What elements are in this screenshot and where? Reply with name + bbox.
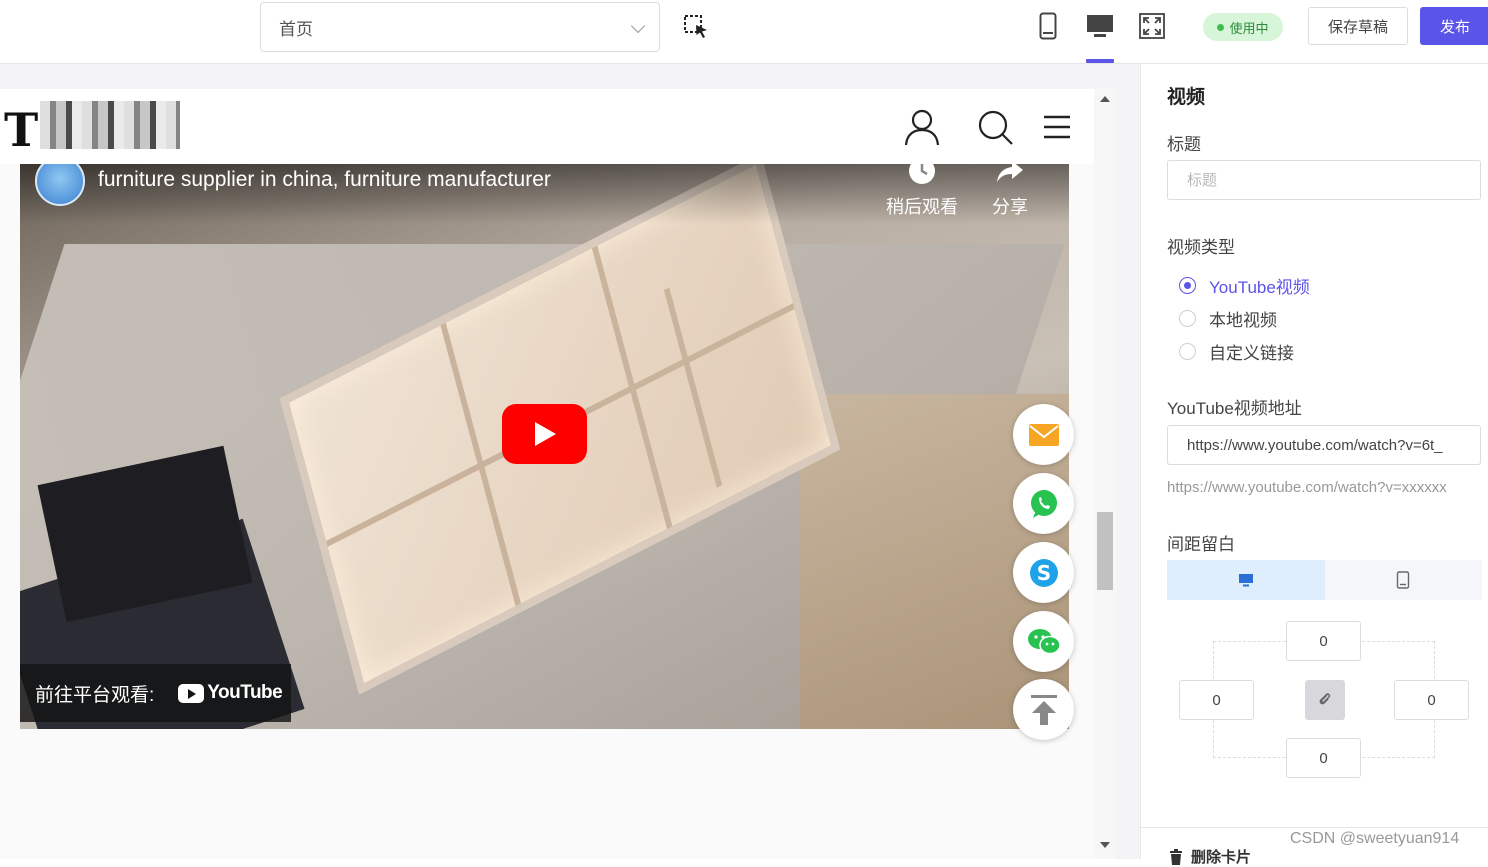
active-device-indicator [1086, 59, 1114, 63]
watch-on-label: 前往平台观看: [35, 684, 155, 706]
mobile-icon [1397, 571, 1410, 589]
skype-button[interactable]: S [1013, 542, 1074, 603]
spacing-desktop-tab[interactable] [1167, 560, 1325, 600]
spacing-label: 间距留白 [1167, 535, 1235, 554]
watch-on-youtube[interactable]: 前往平台观看: YouTube [20, 664, 291, 722]
youtube-play-icon [178, 683, 205, 703]
top-toolbar: 首页 使用中 保存草稿 发布 [0, 0, 1488, 64]
spacing-link-button[interactable] [1305, 680, 1345, 720]
page-preview: T furniture supplier in china, furniture… [0, 89, 1094, 859]
publish-button[interactable]: 发布 [1420, 7, 1488, 45]
radio-icon [1179, 343, 1196, 360]
watch-later-label: 稍后观看 [886, 197, 958, 217]
title-field-label: 标题 [1167, 135, 1201, 154]
spacing-bottom-input[interactable]: 0 [1286, 738, 1361, 778]
scroll-thumb[interactable] [1097, 512, 1113, 590]
scroll-up-arrow-icon[interactable] [1100, 96, 1110, 102]
status-dot-icon [1217, 23, 1225, 31]
delete-card-label: 删除卡片 [1191, 849, 1252, 866]
email-icon [1028, 423, 1059, 446]
youtube-logo: YouTube [178, 682, 283, 704]
desktop-icon [1087, 15, 1113, 37]
watch-later-button[interactable]: 稍后观看 [886, 164, 958, 219]
video-type-local[interactable]: 本地视频 [1179, 306, 1277, 331]
desktop-view-button[interactable] [1085, 10, 1115, 42]
spacing-right-input[interactable]: 0 [1394, 680, 1469, 720]
youtube-logo-text: YouTube [207, 682, 283, 703]
delete-card-button[interactable]: 删除卡片 [1169, 846, 1251, 867]
panel-title: 视频 [1167, 87, 1206, 108]
video-type-label: 视频类型 [1167, 238, 1235, 257]
video-title[interactable]: furniture supplier in china, furniture m… [98, 168, 551, 192]
radio-checked-icon [1179, 277, 1196, 294]
play-button[interactable] [502, 404, 587, 464]
mobile-view-button[interactable] [1033, 10, 1063, 42]
share-label: 分享 [992, 197, 1028, 217]
wechat-button[interactable] [1013, 611, 1074, 672]
video-type-local-label: 本地视频 [1209, 311, 1277, 330]
whatsapp-icon [1030, 489, 1057, 518]
spacing-mobile-tab[interactable] [1324, 560, 1482, 600]
svg-text:S: S [1036, 561, 1050, 585]
link-icon [1319, 693, 1331, 705]
element-select-icon[interactable] [683, 14, 709, 40]
back-to-top-icon [1030, 694, 1057, 725]
back-to-top-button[interactable] [1013, 679, 1074, 740]
url-field-label: YouTube视频地址 [1167, 399, 1302, 418]
wechat-icon [1027, 628, 1061, 654]
user-icon[interactable] [902, 107, 942, 147]
title-field[interactable] [1167, 160, 1481, 200]
share-icon [997, 164, 1023, 182]
video-type-custom-label: 自定义链接 [1209, 344, 1294, 363]
editor-canvas: T furniture supplier in china, furniture… [0, 64, 1140, 859]
spacing-left-input[interactable]: 0 [1179, 680, 1254, 720]
chevron-down-icon [630, 18, 646, 34]
share-button[interactable]: 分享 [992, 164, 1028, 219]
clock-icon [909, 164, 935, 184]
skype-icon: S [1029, 558, 1058, 587]
trash-icon [1170, 848, 1182, 865]
logo-mosaic [40, 101, 180, 149]
watermark: CSDN @sweetyuan914 [1290, 830, 1460, 847]
video-player[interactable]: furniture supplier in china, furniture m… [20, 164, 1069, 729]
video-type-youtube[interactable]: YouTube视频 [1179, 273, 1310, 298]
status-badge: 使用中 [1203, 13, 1283, 41]
fullscreen-icon [1139, 13, 1165, 39]
fullscreen-button[interactable] [1137, 10, 1167, 42]
spacing-device-toggle [1167, 560, 1482, 600]
whatsapp-button[interactable] [1013, 473, 1074, 534]
menu-icon[interactable] [1038, 107, 1078, 147]
play-icon [534, 422, 556, 446]
page-select-value: 首页 [279, 19, 313, 39]
youtube-url-field[interactable]: https://www.youtube.com/watch?v=6t_ [1167, 425, 1481, 465]
site-logo[interactable]: T [4, 103, 38, 157]
page-select[interactable]: 首页 [260, 2, 660, 52]
mobile-icon [1039, 12, 1057, 40]
url-hint: https://www.youtube.com/watch?v=xxxxxx [1167, 479, 1447, 496]
search-icon[interactable] [975, 107, 1015, 147]
site-header: T [0, 89, 1094, 164]
scroll-down-arrow-icon[interactable] [1100, 842, 1110, 848]
spacing-top-input[interactable]: 0 [1286, 621, 1361, 661]
save-draft-button[interactable]: 保存草稿 [1308, 7, 1408, 45]
preview-scrollbar[interactable] [1094, 89, 1116, 859]
desktop-icon [1238, 574, 1253, 587]
radio-icon [1179, 310, 1196, 327]
email-button[interactable] [1013, 404, 1074, 465]
status-badge-label: 使用中 [1229, 20, 1269, 36]
video-type-custom[interactable]: 自定义链接 [1179, 339, 1294, 364]
settings-panel: 视频 标题 视频类型 YouTube视频 本地视频 自定义链接 YouTube视… [1140, 64, 1488, 866]
video-type-youtube-label: YouTube视频 [1209, 278, 1310, 297]
